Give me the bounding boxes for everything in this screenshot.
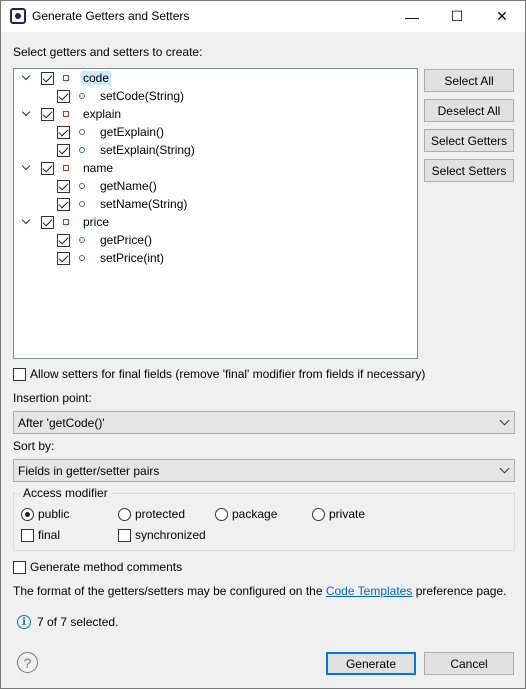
tree-method[interactable]: setCode(String) — [57, 87, 184, 105]
field-checkbox[interactable] — [41, 161, 54, 175]
format-note-after: preference page. — [415, 584, 507, 598]
insertion-point-value: After 'getCode()' — [18, 415, 105, 430]
tree-method[interactable]: getName() — [57, 177, 157, 195]
field-icon — [63, 75, 69, 81]
tree-field-code[interactable]: code — [22, 69, 112, 87]
radio-private-label[interactable]: private — [329, 507, 365, 521]
window-title: Generate Getters and Setters — [32, 9, 190, 23]
field-label[interactable]: name — [83, 161, 113, 175]
tree-field-name[interactable]: name — [22, 159, 113, 177]
format-note: The format of the getters/setters may be… — [13, 584, 506, 598]
expand-icon[interactable] — [22, 109, 32, 119]
comments-label[interactable]: Generate method comments — [30, 560, 182, 574]
tree-field-price[interactable]: price — [22, 213, 109, 231]
method-label[interactable]: getName() — [100, 179, 157, 193]
expand-icon[interactable] — [22, 217, 32, 227]
status-text: 7 of 7 selected. — [37, 615, 119, 629]
method-label[interactable]: setCode(String) — [100, 89, 184, 103]
method-icon — [79, 147, 85, 153]
method-checkbox[interactable] — [57, 197, 70, 211]
radio-public-label[interactable]: public — [38, 507, 69, 521]
chevron-down-icon — [499, 415, 510, 426]
member-tree[interactable]: code setCode(String) explain getExplain(… — [13, 68, 418, 359]
expand-icon[interactable] — [22, 73, 32, 83]
deselect-all-button[interactable]: Deselect All — [424, 99, 514, 122]
field-icon — [63, 219, 69, 225]
field-icon — [63, 111, 69, 117]
tree-method[interactable]: setExplain(String) — [57, 141, 195, 159]
field-checkbox[interactable] — [41, 107, 54, 121]
allow-final-checkbox[interactable] — [13, 368, 26, 381]
synchronized-checkbox[interactable] — [118, 529, 131, 542]
generate-button[interactable]: Generate — [326, 652, 416, 675]
method-label[interactable]: setExplain(String) — [100, 143, 195, 157]
method-checkbox[interactable] — [57, 233, 70, 247]
expand-icon[interactable] — [22, 163, 32, 173]
method-checkbox[interactable] — [57, 89, 70, 103]
title-bar: Generate Getters and Setters — ☐ ✕ — [1, 1, 525, 32]
maximize-button[interactable]: ☐ — [434, 1, 480, 32]
radio-package-label[interactable]: package — [232, 507, 277, 521]
method-icon — [79, 183, 85, 189]
radio-protected[interactable] — [118, 508, 131, 521]
dialog-window: Generate Getters and Setters — ☐ ✕ Selec… — [0, 0, 526, 689]
radio-public[interactable] — [21, 508, 34, 521]
comments-checkbox[interactable] — [13, 561, 26, 574]
select-all-button[interactable]: Select All — [424, 69, 514, 92]
method-icon — [79, 129, 85, 135]
method-checkbox[interactable] — [57, 179, 70, 193]
synchronized-label[interactable]: synchronized — [135, 528, 206, 542]
info-icon: i — [17, 615, 31, 629]
tree-method[interactable]: setPrice(int) — [57, 249, 164, 267]
field-label[interactable]: explain — [83, 107, 121, 121]
field-label[interactable]: code — [81, 71, 112, 85]
sort-by-value: Fields in getter/setter pairs — [18, 463, 160, 478]
method-icon — [79, 255, 85, 261]
allow-final-label[interactable]: Allow setters for final fields (remove '… — [30, 367, 425, 381]
close-button[interactable]: ✕ — [479, 1, 525, 32]
radio-package[interactable] — [215, 508, 228, 521]
tree-method[interactable]: getExplain() — [57, 123, 164, 141]
method-checkbox[interactable] — [57, 251, 70, 265]
access-modifier-title: Access modifier — [20, 486, 111, 500]
format-note-before: The format of the getters/setters may be… — [13, 584, 323, 598]
access-modifier-group: Access modifier public protected package… — [13, 486, 515, 551]
method-icon — [79, 201, 85, 207]
tree-method[interactable]: setName(String) — [57, 195, 187, 213]
final-label[interactable]: final — [38, 528, 60, 542]
chevron-down-icon — [499, 463, 510, 474]
final-checkbox[interactable] — [21, 529, 34, 542]
method-checkbox[interactable] — [57, 125, 70, 139]
sort-by-select[interactable]: Fields in getter/setter pairs — [13, 459, 515, 482]
tree-method[interactable]: getPrice() — [57, 231, 152, 249]
radio-private[interactable] — [312, 508, 325, 521]
method-label[interactable]: setName(String) — [100, 197, 187, 211]
method-label[interactable]: getExplain() — [100, 125, 164, 139]
method-label[interactable]: getPrice() — [100, 233, 152, 247]
help-icon[interactable]: ? — [17, 652, 38, 673]
select-getters-button[interactable]: Select Getters — [424, 129, 514, 152]
field-label[interactable]: price — [83, 215, 109, 229]
method-icon — [79, 93, 85, 99]
method-checkbox[interactable] — [57, 143, 70, 157]
field-checkbox[interactable] — [41, 215, 54, 229]
minimize-button[interactable]: — — [389, 1, 435, 32]
method-icon — [79, 237, 85, 243]
radio-protected-label[interactable]: protected — [135, 507, 185, 521]
tree-field-explain[interactable]: explain — [22, 105, 121, 123]
sort-by-label: Sort by: — [13, 439, 55, 453]
code-templates-link[interactable]: Code Templates — [326, 584, 413, 598]
method-label[interactable]: setPrice(int) — [100, 251, 164, 265]
insertion-point-label: Insertion point: — [13, 391, 92, 405]
select-setters-button[interactable]: Select Setters — [424, 159, 514, 182]
tree-heading: Select getters and setters to create: — [13, 45, 203, 59]
field-icon — [63, 165, 69, 171]
field-checkbox[interactable] — [41, 71, 54, 85]
cancel-button[interactable]: Cancel — [424, 652, 514, 675]
eclipse-icon — [10, 8, 26, 24]
insertion-point-select[interactable]: After 'getCode()' — [13, 411, 515, 434]
